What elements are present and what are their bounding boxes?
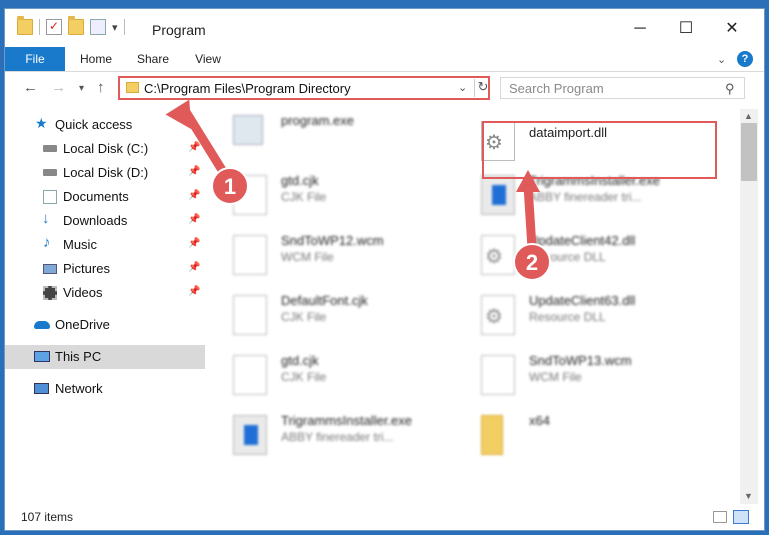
pictures-icon	[43, 264, 57, 274]
separator	[39, 19, 40, 35]
sidebar-item-label: This PC	[55, 349, 102, 364]
sidebar-item-pictures[interactable]: Pictures 📌	[5, 257, 205, 281]
scroll-thumb[interactable]	[741, 123, 757, 181]
sidebar-item-label: Local Disk (C:)	[63, 141, 149, 156]
tab-view[interactable]: View	[187, 47, 229, 71]
sidebar-item-label: Downloads	[63, 213, 128, 228]
address-path[interactable]: C:\Program Files\Program Directory	[144, 81, 351, 96]
search-placeholder: Search Program	[509, 81, 604, 96]
pin-icon[interactable]: 📌	[188, 286, 200, 297]
customize-toolbar-icon[interactable]	[90, 19, 106, 35]
folder-icon	[126, 82, 139, 93]
back-arrow-icon[interactable]: ←	[23, 79, 38, 96]
navigation-bar: ← → ▾ ↑ C:\Program Files\Program Directo…	[5, 72, 764, 106]
highlighted-file-area: dataimport.dll	[211, 109, 739, 504]
drive-icon	[43, 169, 57, 176]
tab-file[interactable]: File	[5, 47, 65, 71]
sidebar-item-local-disk-d[interactable]: Local Disk (D:) 📌	[5, 161, 205, 185]
sidebar-item-label: Documents	[63, 189, 129, 204]
toolbar-dropdown-icon[interactable]: ▾	[112, 21, 118, 34]
sidebar-item-local-disk-c[interactable]: Local Disk (C:) 📌	[5, 137, 205, 161]
refresh-icon[interactable]: ↻	[474, 79, 491, 97]
status-bar: 107 items	[5, 506, 764, 530]
sidebar-item-network[interactable]: Network	[5, 377, 205, 401]
new-folder-icon[interactable]	[68, 16, 84, 35]
pin-icon[interactable]: 📌	[188, 214, 200, 225]
minimize-button[interactable]: ─	[617, 15, 663, 43]
tab-share[interactable]: Share	[131, 47, 175, 71]
chevron-down-icon[interactable]: ⌄	[458, 81, 467, 94]
pin-icon[interactable]: 📌	[188, 238, 200, 249]
maximize-button[interactable]: ☐	[663, 15, 709, 43]
sidebar-item-label: Network	[55, 381, 103, 396]
tab-home[interactable]: Home	[73, 47, 119, 71]
drive-icon	[43, 145, 57, 152]
cloud-icon	[34, 321, 50, 329]
details-view-icon[interactable]	[713, 511, 727, 523]
sidebar-item-documents[interactable]: Documents 📌	[5, 185, 205, 209]
sidebar-item-label: Quick access	[55, 117, 133, 132]
search-icon[interactable]: ⚲	[725, 81, 735, 97]
highlight-box	[482, 121, 717, 179]
pin-icon[interactable]: 📌	[188, 166, 200, 177]
pin-icon[interactable]: 📌	[188, 190, 200, 201]
vertical-scrollbar[interactable]: ▲ ▼	[740, 109, 758, 504]
sidebar-item-downloads[interactable]: ↓ Downloads 📌	[5, 209, 205, 233]
sidebar-item-label: Pictures	[63, 261, 110, 276]
address-bar[interactable]: C:\Program Files\Program Directory ⌄ ↻	[118, 76, 490, 100]
folder-icon[interactable]	[17, 16, 33, 35]
up-arrow-icon[interactable]: ↑	[97, 79, 105, 96]
download-icon: ↓	[42, 210, 50, 227]
sidebar-item-label: Videos	[63, 285, 103, 300]
window-title: Program	[152, 22, 206, 38]
sidebar-item-onedrive[interactable]: OneDrive	[5, 313, 205, 337]
pin-icon[interactable]: 📌	[188, 262, 200, 273]
expand-ribbon-icon[interactable]: ⌄	[717, 53, 726, 66]
sidebar-item-videos[interactable]: Videos 📌	[5, 281, 205, 305]
computer-icon	[34, 351, 50, 362]
documents-icon	[43, 190, 57, 204]
large-icons-view-icon[interactable]	[733, 510, 749, 524]
properties-check-icon[interactable]: ✓	[46, 19, 62, 35]
scroll-up-icon[interactable]: ▲	[744, 111, 753, 121]
sidebar-item-label: Music	[63, 237, 97, 252]
separator	[123, 19, 125, 35]
music-icon: ♪	[43, 234, 51, 251]
recent-locations-icon[interactable]: ▾	[79, 83, 84, 94]
pin-icon[interactable]: 📌	[188, 142, 200, 153]
sidebar-item-music[interactable]: ♪ Music 📌	[5, 233, 205, 257]
item-count: 107 items	[21, 510, 74, 524]
sidebar-item-label: Local Disk (D:)	[63, 165, 149, 180]
sidebar-item-this-pc[interactable]: This PC	[5, 345, 205, 369]
forward-arrow-icon[interactable]: →	[51, 79, 66, 96]
quick-access-toolbar: ✓ ▾	[17, 16, 125, 35]
network-icon	[34, 383, 49, 394]
sidebar-item-quick-access[interactable]: ★ Quick access	[5, 113, 205, 137]
search-input[interactable]: Search Program ⚲	[500, 77, 745, 99]
title-bar: ✓ ▾ Program ─ ☐ ✕	[5, 9, 764, 47]
help-icon[interactable]: ?	[737, 51, 753, 67]
scroll-down-icon[interactable]: ▼	[744, 491, 753, 501]
ribbon: File Home Share View ⌄ ?	[5, 47, 764, 72]
navigation-pane: ★ Quick access Local Disk (C:) 📌 Local D…	[5, 109, 208, 504]
file-explorer-window: ✓ ▾ Program ─ ☐ ✕ File Home Share View ⌄…	[4, 8, 765, 531]
sidebar-item-label: OneDrive	[55, 317, 110, 332]
videos-icon	[43, 286, 57, 300]
star-icon: ★	[35, 115, 48, 131]
close-button[interactable]: ✕	[709, 15, 755, 43]
